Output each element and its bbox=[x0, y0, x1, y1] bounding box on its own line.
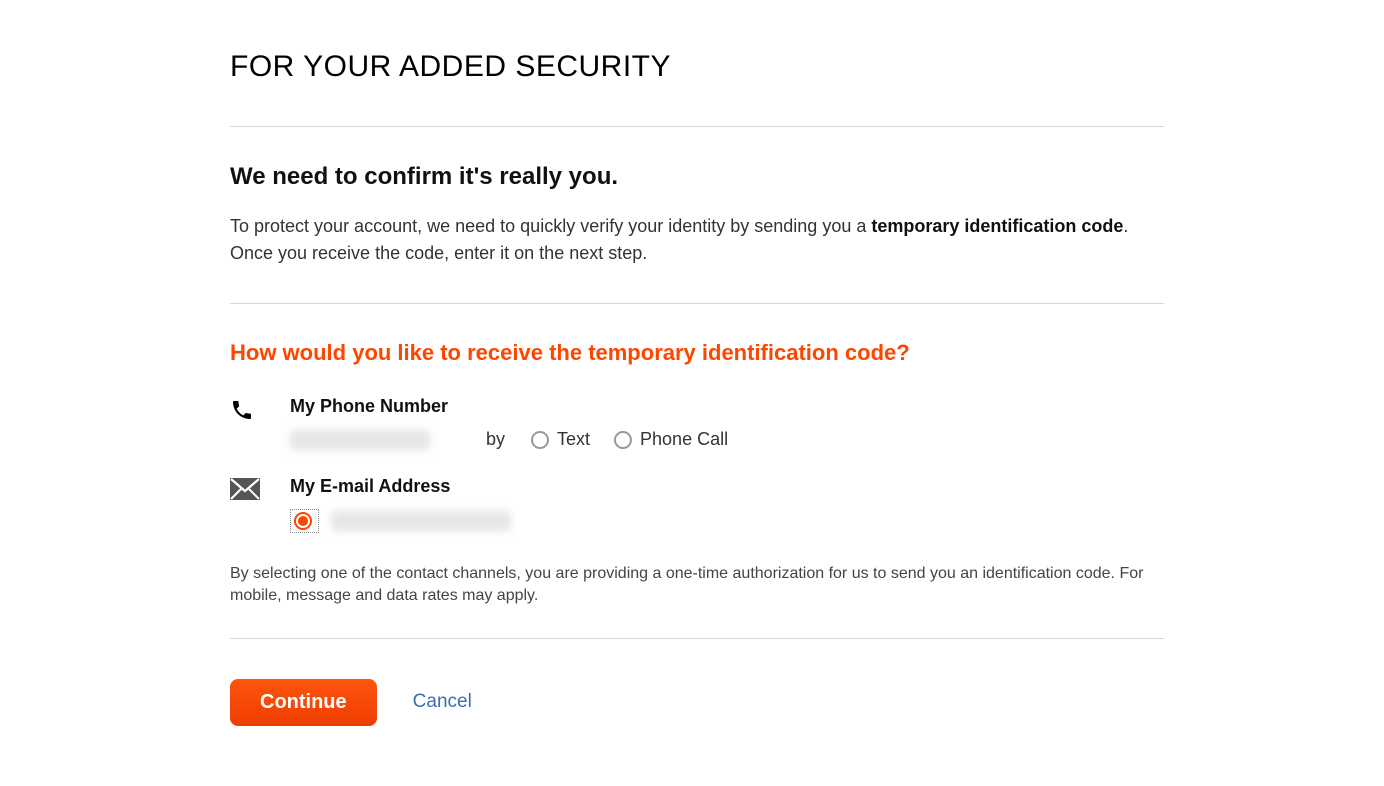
intro-section: We need to confirm it's really you. To p… bbox=[230, 127, 1164, 303]
email-option-row: My E-mail Address bbox=[230, 476, 1164, 533]
intro-text: To protect your account, we need to quic… bbox=[230, 213, 1164, 267]
radio-circle-selected-icon bbox=[294, 512, 312, 530]
radio-text-label: Text bbox=[557, 429, 590, 450]
intro-subtitle: We need to confirm it's really you. bbox=[230, 163, 1164, 191]
radio-text-option[interactable]: Text bbox=[531, 429, 590, 450]
phone-label: My Phone Number bbox=[290, 396, 1164, 417]
delivery-section: How would you like to receive the tempor… bbox=[230, 304, 1164, 608]
radio-phonecall-label: Phone Call bbox=[640, 429, 728, 450]
page-title: FOR YOUR ADDED SECURITY bbox=[230, 50, 1164, 84]
phone-line: by Text Phone Call bbox=[290, 429, 1164, 450]
cancel-button[interactable]: Cancel bbox=[413, 691, 472, 713]
phone-option-content: My Phone Number by Text Phone Call bbox=[290, 396, 1164, 450]
email-address-redacted bbox=[331, 511, 511, 531]
security-verification-page: FOR YOUR ADDED SECURITY We need to confi… bbox=[230, 0, 1164, 726]
radio-circle-icon bbox=[531, 431, 549, 449]
phone-option-row: My Phone Number by Text Phone Call bbox=[230, 396, 1164, 450]
radio-email-option[interactable] bbox=[290, 509, 319, 533]
phone-number-redacted bbox=[290, 430, 430, 450]
intro-lead: To protect your account, we need to quic… bbox=[230, 216, 871, 236]
email-option-content: My E-mail Address bbox=[290, 476, 1164, 533]
email-line bbox=[290, 509, 1164, 533]
disclaimer-text: By selecting one of the contact channels… bbox=[230, 563, 1164, 608]
continue-button[interactable]: Continue bbox=[230, 679, 377, 726]
radio-circle-icon bbox=[614, 431, 632, 449]
action-bar: Continue Cancel bbox=[230, 639, 1164, 726]
intro-bold: temporary identification code bbox=[871, 216, 1123, 236]
question-heading: How would you like to receive the tempor… bbox=[230, 304, 1164, 366]
mail-icon bbox=[230, 476, 290, 505]
phone-radio-group: Text Phone Call bbox=[531, 429, 728, 450]
phone-icon bbox=[230, 396, 290, 427]
by-label: by bbox=[486, 429, 505, 450]
email-label: My E-mail Address bbox=[290, 476, 1164, 497]
radio-phonecall-option[interactable]: Phone Call bbox=[614, 429, 728, 450]
